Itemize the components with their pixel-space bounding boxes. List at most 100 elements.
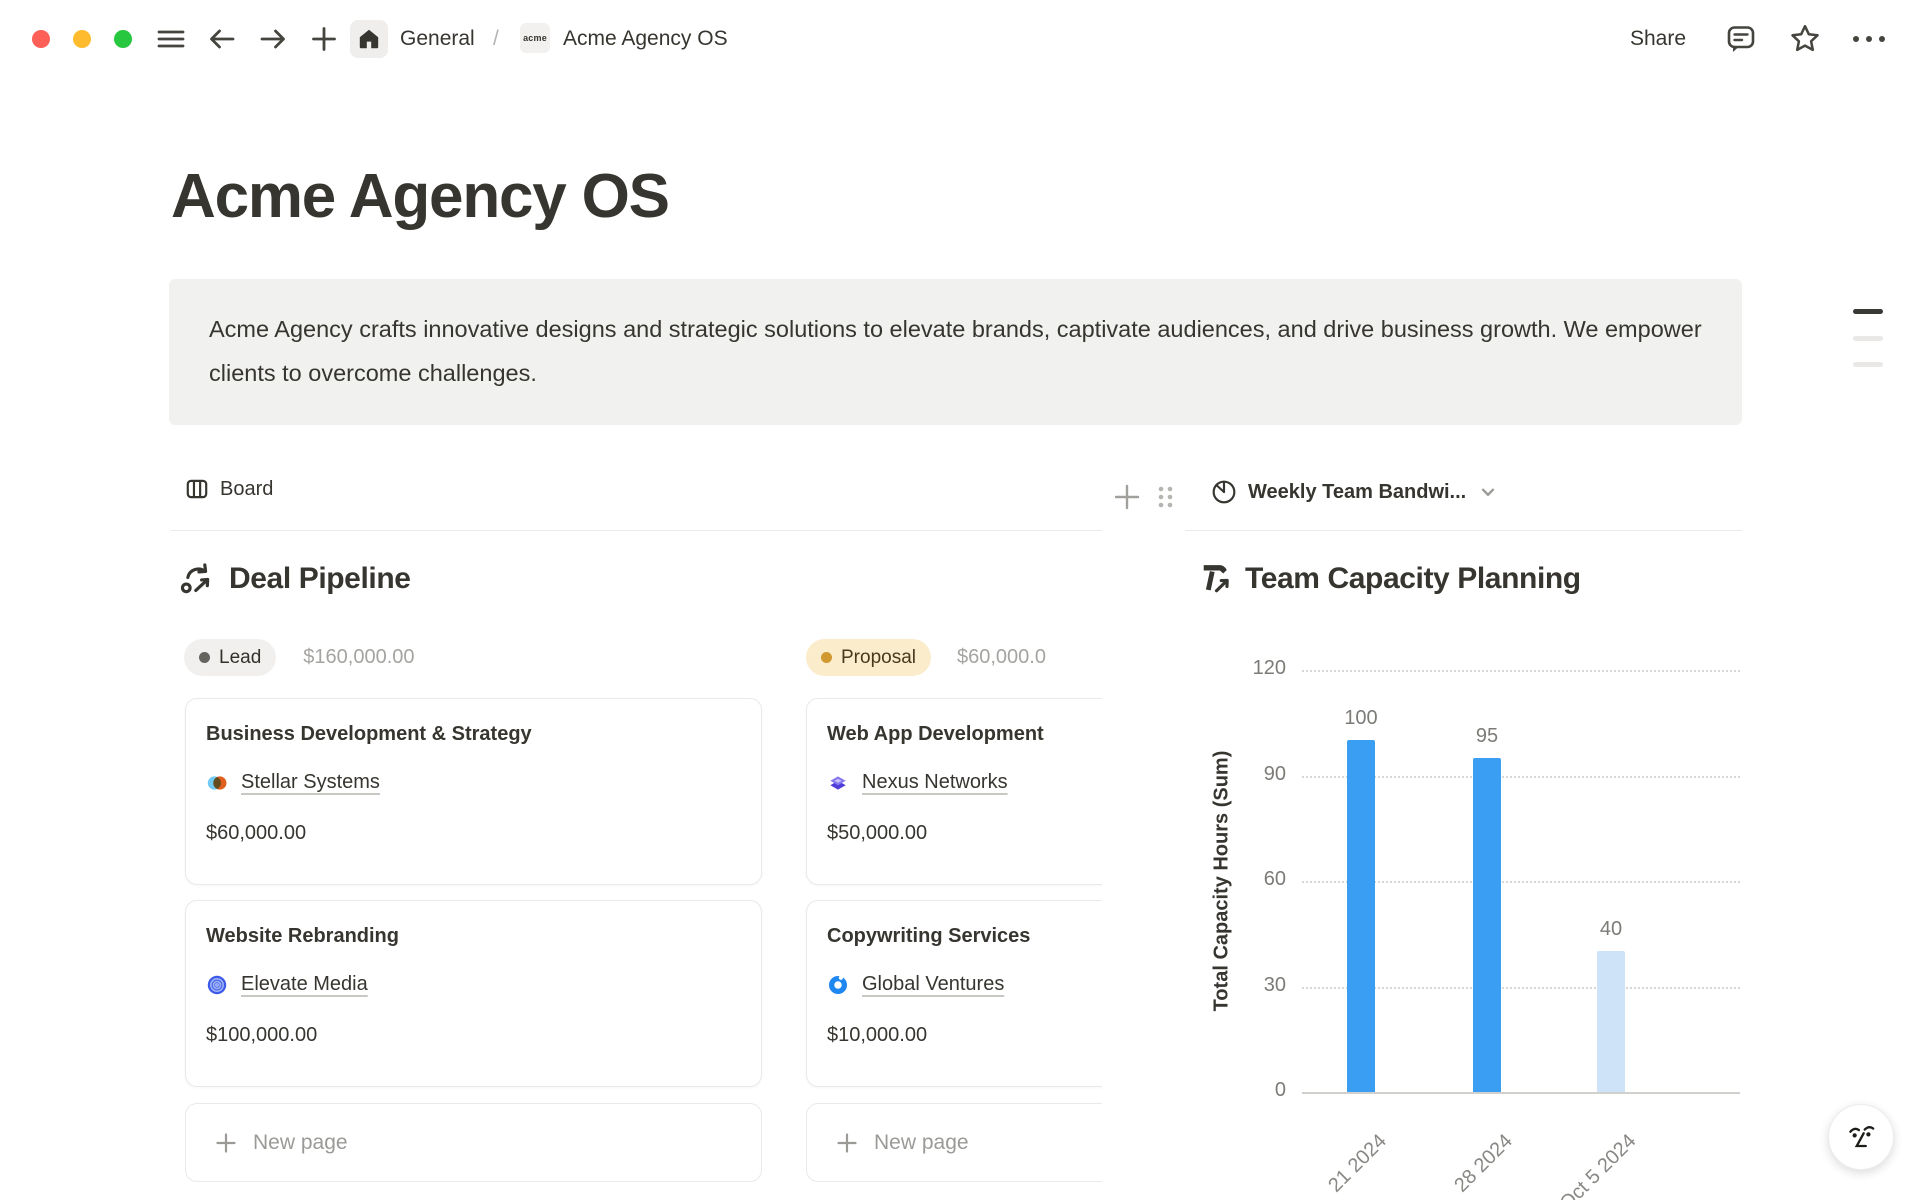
more-options-icon[interactable] [1848, 24, 1890, 54]
bar-value-label: 100 [1344, 707, 1377, 730]
lead-status-label: Lead [219, 647, 261, 669]
breadcrumb-root[interactable]: General [400, 27, 475, 51]
card-title: Website Rebranding [206, 923, 741, 949]
add-block-plus-icon[interactable] [1112, 482, 1142, 512]
ai-face-icon [1843, 1119, 1879, 1155]
new-page-label: New page [253, 1131, 348, 1155]
proposal-status-dot [821, 652, 832, 663]
chart-view-label: Weekly Team Bandwi... [1248, 481, 1466, 504]
home-icon [360, 30, 378, 48]
card-amount: $50,000.00 [827, 822, 1102, 845]
group-header-proposal: Proposal $60,000.0 [806, 639, 1046, 676]
callout-block: Acme Agency crafts innovative designs an… [169, 279, 1742, 425]
bar-rect [1597, 951, 1625, 1092]
stellar-systems-logo-icon [206, 772, 228, 794]
new-page-button[interactable]: New page [185, 1103, 762, 1182]
proposal-status-label: Proposal [841, 647, 916, 669]
card-web-app-development[interactable]: Web App Development Nexus Networks $50,0… [806, 698, 1102, 885]
board-view-icon [184, 476, 210, 502]
comments-icon[interactable] [1724, 22, 1758, 56]
chart-divider [1185, 530, 1742, 531]
board-divider [171, 530, 1102, 531]
toc-indicator[interactable] [1853, 362, 1883, 367]
client-link[interactable]: Nexus Networks [862, 771, 1008, 794]
page-icon-badge: acme [520, 23, 550, 53]
y-tick-label: 60 [1264, 868, 1286, 891]
team-capacity-title: Team Capacity Planning [1245, 562, 1581, 596]
board-view-tab[interactable]: Board [184, 476, 273, 502]
board-view-label: Board [220, 478, 273, 501]
traffic-light-close[interactable] [32, 30, 50, 48]
chart-y-axis-label: Total Capacity Hours (Sum) [1211, 751, 1234, 1012]
proposal-group-sum: $60,000.0 [957, 639, 1046, 676]
card-amount: $60,000.00 [206, 822, 741, 845]
lead-status-pill[interactable]: Lead [184, 639, 276, 676]
lead-group-sum: $160,000.00 [303, 639, 414, 676]
y-tick-label: 90 [1264, 763, 1286, 786]
card-amount: $10,000.00 [827, 1024, 1102, 1047]
x-tick-label-1: 21 2024 [1324, 1130, 1391, 1197]
card-copywriting-services[interactable]: Copywriting Services Global Ventures $10… [806, 900, 1102, 1087]
toc-indicator[interactable] [1853, 336, 1883, 341]
y-tick-label: 30 [1264, 974, 1286, 997]
sidebar-menu-icon[interactable] [155, 24, 187, 54]
traffic-light-minimize[interactable] [73, 30, 91, 48]
bar-week1: 100 [1347, 670, 1375, 1092]
global-ventures-logo-icon [827, 974, 849, 996]
deal-pipeline-heading: Deal Pipeline [179, 560, 411, 598]
forward-arrow-icon[interactable] [257, 24, 289, 54]
x-tick-label-2: 28 2024 [1450, 1130, 1517, 1197]
card-website-rebranding[interactable]: Website Rebranding Elevate Media $100,00… [185, 900, 762, 1087]
new-page-button[interactable]: New page [806, 1103, 1102, 1182]
lead-status-dot [199, 652, 210, 663]
nexus-networks-logo-icon [827, 772, 849, 794]
x-tick-label-3: Oct 5 2024 [1556, 1130, 1641, 1200]
chevron-down-icon [1476, 480, 1500, 504]
notion-ai-button[interactable] [1828, 1104, 1894, 1170]
share-button[interactable]: Share [1630, 27, 1686, 51]
bar-rect [1473, 758, 1501, 1092]
pie-chart-icon [1210, 478, 1238, 506]
y-tick-label: 0 [1275, 1079, 1286, 1102]
hammer-arrow-icon [1195, 560, 1233, 598]
new-page-label: New page [874, 1131, 969, 1155]
card-title: Copywriting Services [827, 923, 1102, 949]
page-title: Acme Agency OS [171, 163, 669, 231]
back-arrow-icon[interactable] [206, 24, 238, 54]
bar-week3: 40 [1597, 670, 1625, 1092]
card-amount: $100,000.00 [206, 1024, 741, 1047]
card-title: Business Development & Strategy [206, 721, 741, 747]
chart-view-selector[interactable]: Weekly Team Bandwi... [1210, 478, 1500, 506]
card-title: Web App Development [827, 721, 1102, 747]
new-tab-plus-icon[interactable] [308, 24, 340, 54]
toc-indicator-active[interactable] [1853, 309, 1883, 314]
capacity-chart-section: Weekly Team Bandwi... Team Capacity Plan… [1185, 462, 1742, 1200]
home-button[interactable] [350, 20, 388, 58]
client-link[interactable]: Elevate Media [241, 973, 368, 996]
pipeline-automation-icon [179, 560, 217, 598]
plus-icon [835, 1131, 859, 1155]
bar-value-label: 95 [1476, 725, 1498, 748]
board-section: Board Deal Pipeline Lead $160,000.00 [171, 462, 1102, 1200]
deal-pipeline-title: Deal Pipeline [229, 562, 411, 596]
favorite-star-icon[interactable] [1788, 22, 1822, 56]
elevate-media-logo-icon [206, 974, 228, 996]
notion-window: General / acme Acme Agency OS Share Acme… [0, 0, 1920, 1200]
bar-value-label: 40 [1600, 918, 1622, 941]
callout-text: Acme Agency crafts innovative designs an… [209, 316, 1702, 386]
group-header-lead: Lead $160,000.00 [184, 639, 415, 676]
breadcrumb-page[interactable]: Acme Agency OS [563, 27, 728, 51]
capacity-chart-plot: 120 90 60 30 0 100 95 [1302, 670, 1740, 1092]
drag-handle-icon[interactable] [1150, 482, 1180, 512]
client-link[interactable]: Global Ventures [862, 973, 1004, 996]
proposal-status-pill[interactable]: Proposal [806, 639, 931, 676]
bar-week2: 95 [1473, 670, 1501, 1092]
plus-icon [214, 1131, 238, 1155]
client-link[interactable]: Stellar Systems [241, 771, 380, 794]
traffic-light-zoom[interactable] [114, 30, 132, 48]
team-capacity-heading: Team Capacity Planning [1195, 560, 1581, 598]
card-business-development[interactable]: Business Development & Strategy Stellar … [185, 698, 762, 885]
bar-rect [1347, 740, 1375, 1092]
y-tick-label: 120 [1253, 657, 1286, 680]
breadcrumb-separator: / [493, 27, 499, 51]
